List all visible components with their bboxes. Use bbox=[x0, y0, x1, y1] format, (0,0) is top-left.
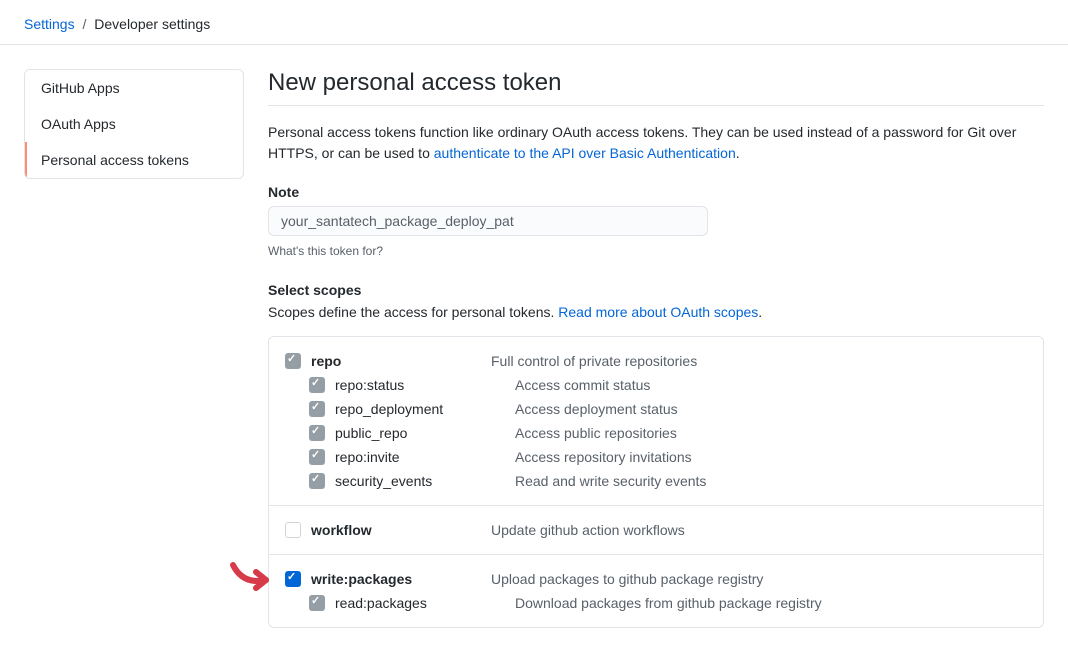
scope-desc: Access repository invitations bbox=[515, 449, 692, 465]
sidebar-item-github-apps[interactable]: GitHub Apps bbox=[25, 70, 243, 106]
main-content: New personal access token Personal acces… bbox=[268, 69, 1044, 628]
scope-name: public_repo bbox=[335, 425, 515, 441]
scope-name: security_events bbox=[335, 473, 515, 489]
scope-row-public-repo: public_repo Access public repositories bbox=[285, 421, 1027, 445]
scope-name: write:packages bbox=[311, 571, 491, 587]
scope-group-workflow: workflow Update github action workflows bbox=[269, 506, 1043, 555]
scope-desc: Full control of private repositories bbox=[491, 353, 697, 369]
scope-group-write-packages: write:packages Upload packages to github… bbox=[269, 555, 1043, 627]
scope-desc: Update github action workflows bbox=[491, 522, 685, 538]
sidebar: GitHub Apps OAuth Apps Personal access t… bbox=[24, 69, 244, 628]
sidebar-item-personal-access-tokens[interactable]: Personal access tokens bbox=[25, 142, 243, 178]
scopes-table: repo Full control of private repositorie… bbox=[268, 336, 1044, 628]
scope-desc: Access deployment status bbox=[515, 401, 678, 417]
scope-group-repo: repo Full control of private repositorie… bbox=[269, 337, 1043, 506]
scope-name: repo bbox=[311, 353, 491, 369]
note-input[interactable] bbox=[268, 206, 708, 236]
scope-row-repo: repo Full control of private repositorie… bbox=[285, 349, 1027, 373]
breadcrumb-current: Developer settings bbox=[94, 16, 210, 32]
checkbox-repo-invite[interactable] bbox=[309, 449, 325, 465]
breadcrumb-settings-link[interactable]: Settings bbox=[24, 16, 75, 32]
checkbox-repo-status[interactable] bbox=[309, 377, 325, 393]
checkbox-security-events[interactable] bbox=[309, 473, 325, 489]
scope-name: repo:status bbox=[335, 377, 515, 393]
scope-name: read:packages bbox=[335, 595, 515, 611]
sidebar-item-oauth-apps[interactable]: OAuth Apps bbox=[25, 106, 243, 142]
scopes-link[interactable]: Read more about OAuth scopes bbox=[558, 304, 758, 320]
breadcrumb-separator: / bbox=[82, 16, 86, 32]
checkbox-repo-deployment[interactable] bbox=[309, 401, 325, 417]
scope-name: repo_deployment bbox=[335, 401, 515, 417]
scope-desc: Access commit status bbox=[515, 377, 650, 393]
note-label: Note bbox=[268, 184, 1044, 200]
scope-row-security-events: security_events Read and write security … bbox=[285, 469, 1027, 493]
scope-row-workflow: workflow Update github action workflows bbox=[285, 518, 1027, 542]
scope-desc: Download packages from github package re… bbox=[515, 595, 822, 611]
scope-desc: Access public repositories bbox=[515, 425, 677, 441]
checkbox-public-repo[interactable] bbox=[309, 425, 325, 441]
scope-row-read-packages: read:packages Download packages from git… bbox=[285, 591, 1027, 615]
auth-api-link[interactable]: authenticate to the API over Basic Authe… bbox=[434, 145, 736, 161]
scopes-intro: Scopes define the access for personal to… bbox=[268, 304, 1044, 320]
scope-name: workflow bbox=[311, 522, 491, 538]
note-hint: What's this token for? bbox=[268, 244, 1044, 258]
checkbox-repo[interactable] bbox=[285, 353, 301, 369]
scope-row-repo-status: repo:status Access commit status bbox=[285, 373, 1027, 397]
scope-row-write-packages: write:packages Upload packages to github… bbox=[285, 567, 1027, 591]
intro-text: Personal access tokens function like ord… bbox=[268, 122, 1044, 164]
scope-desc: Read and write security events bbox=[515, 473, 706, 489]
checkbox-write-packages[interactable] bbox=[285, 571, 301, 587]
scope-name: repo:invite bbox=[335, 449, 515, 465]
scope-desc: Upload packages to github package regist… bbox=[491, 571, 763, 587]
scope-row-repo-deployment: repo_deployment Access deployment status bbox=[285, 397, 1027, 421]
scopes-heading: Select scopes bbox=[268, 282, 1044, 298]
scope-row-repo-invite: repo:invite Access repository invitation… bbox=[285, 445, 1027, 469]
checkbox-read-packages[interactable] bbox=[309, 595, 325, 611]
page-title: New personal access token bbox=[268, 69, 1044, 106]
checkbox-workflow[interactable] bbox=[285, 522, 301, 538]
breadcrumb: Settings / Developer settings bbox=[0, 0, 1068, 45]
